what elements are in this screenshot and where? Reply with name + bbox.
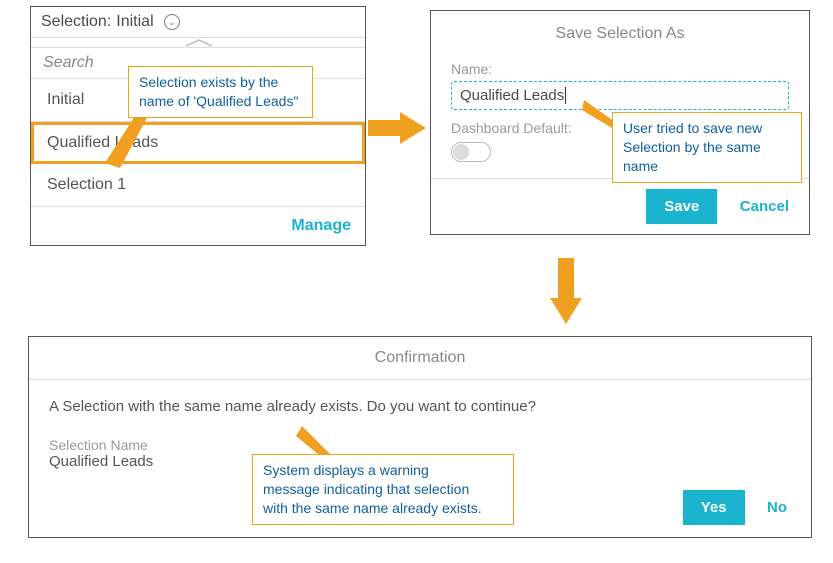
- confirmation-field-label: Selection Name: [29, 433, 811, 453]
- dialog-button-row: Save Cancel: [431, 178, 809, 234]
- selection-header-value: Initial: [116, 13, 153, 31]
- confirmation-title: Confirmation: [29, 337, 811, 380]
- cancel-button[interactable]: Cancel: [736, 189, 793, 224]
- confirmation-message: A Selection with the same name already e…: [29, 380, 811, 433]
- selection-panel: Selection: Initial ⌄ Search Initial Qual…: [30, 6, 366, 246]
- text-cursor-icon: [565, 87, 566, 104]
- selection-header-label: Selection:: [41, 13, 111, 31]
- list-item[interactable]: Qualified Leads: [31, 122, 365, 164]
- yes-button[interactable]: Yes: [683, 490, 745, 525]
- dialog-title: Save Selection As: [431, 11, 809, 61]
- manage-button[interactable]: Manage: [31, 207, 365, 245]
- annotation-selection-exists: Selection exists by the name of 'Qualifi…: [128, 66, 313, 118]
- save-button[interactable]: Save: [646, 189, 717, 224]
- flow-arrow-down-icon: [546, 258, 586, 328]
- callout-pointer-icon: [100, 108, 150, 178]
- annotation-user-tried: User tried to save new Selection by the …: [612, 112, 802, 183]
- name-label: Name:: [431, 61, 809, 77]
- flow-arrow-right-icon: [368, 108, 428, 148]
- annotation-system-warning: System displays a warning message indica…: [252, 454, 514, 525]
- no-button[interactable]: No: [763, 490, 791, 525]
- list-item[interactable]: Selection 1: [31, 164, 365, 207]
- selection-header[interactable]: Selection: Initial ⌄: [31, 7, 365, 38]
- dashboard-default-toggle[interactable]: [451, 142, 491, 162]
- drag-handle: [31, 38, 365, 48]
- chevron-down-icon[interactable]: ⌄: [164, 14, 180, 30]
